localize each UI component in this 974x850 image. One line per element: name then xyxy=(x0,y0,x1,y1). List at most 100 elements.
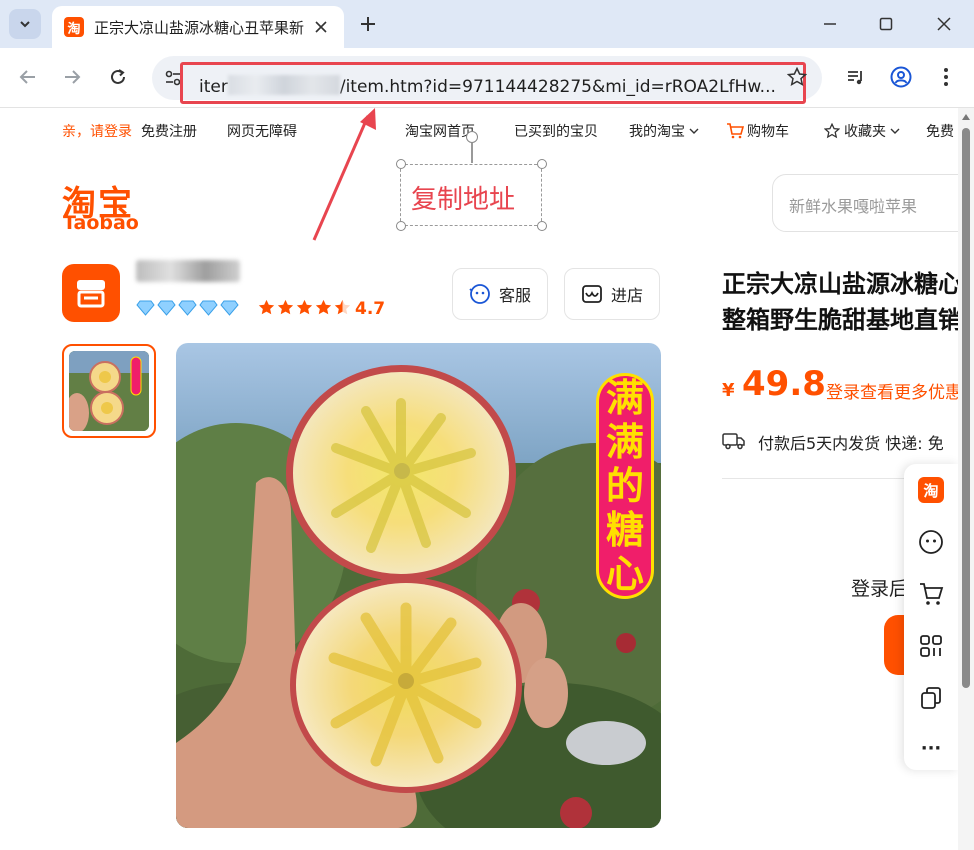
product-title: 正宗大凉山盐源冰糖心 整箱野生脆甜基地直销 xyxy=(722,270,958,334)
star-outline-icon xyxy=(823,122,841,139)
chevron-down-icon xyxy=(890,128,900,134)
enter-shop-button[interactable]: 进店 xyxy=(564,268,660,320)
annotation-handle xyxy=(396,159,406,169)
bookmark-star-button[interactable] xyxy=(786,66,808,88)
badge-char: 的 xyxy=(605,464,644,508)
product-main-image[interactable]: 满 满 的 糖 心 xyxy=(176,343,661,828)
annotation-text: 复制地址 xyxy=(411,185,516,215)
cart-link[interactable]: 购物车 xyxy=(726,121,789,141)
shop-icon xyxy=(582,285,602,303)
customer-service-label: 客服 xyxy=(498,286,531,305)
diamond-icon xyxy=(178,300,197,316)
profile-button[interactable] xyxy=(888,64,914,90)
media-button[interactable] xyxy=(843,64,869,90)
star-icon xyxy=(315,299,332,315)
annotation-arrow xyxy=(312,108,376,241)
home-link[interactable]: 淘宝网首页 xyxy=(405,121,475,141)
diamond-icon xyxy=(157,300,176,316)
forward-button[interactable] xyxy=(58,63,86,91)
menu-dots-icon xyxy=(944,68,948,86)
more-icon[interactable]: ··· xyxy=(917,734,945,762)
shop-star-rating xyxy=(258,299,351,316)
login-more-offers-link[interactable]: 登录查看更多优惠 xyxy=(826,378,958,403)
search-placeholder: 新鲜水果嘎啦苹果 xyxy=(789,197,918,216)
maximize-icon xyxy=(879,17,893,31)
diamond-icon xyxy=(136,300,155,316)
back-arrow-icon xyxy=(19,70,35,84)
tab-list-chevron-icon xyxy=(20,21,30,28)
minimize-button[interactable] xyxy=(818,12,842,36)
apple-photo xyxy=(176,343,661,828)
price-currency: ¥ xyxy=(722,380,735,401)
window-close-icon xyxy=(937,17,951,31)
login-link[interactable]: 亲，请登录 xyxy=(62,121,132,141)
browser-tab[interactable]: 淘 正宗大凉山盐源冰糖心丑苹果新 xyxy=(52,6,344,48)
favorites-link[interactable]: 收藏夹 xyxy=(823,121,900,141)
scrollbar-thumb[interactable] xyxy=(962,128,970,688)
new-tab-button[interactable] xyxy=(356,12,380,36)
back-button[interactable] xyxy=(14,63,42,91)
apps-grid-icon[interactable] xyxy=(917,632,945,660)
annotation-handle xyxy=(537,221,547,231)
bought-link[interactable]: 已买到的宝贝 xyxy=(514,121,598,141)
badge-char: 满 xyxy=(605,420,644,464)
annotation-box: 复制地址 xyxy=(400,164,542,226)
delivery-truck-icon xyxy=(722,433,745,450)
plus-icon xyxy=(361,17,375,31)
page-scrollbar[interactable] xyxy=(958,108,974,850)
site-nav: 亲，请登录 免费注册 网页无障碍 淘宝网首页 已买到的宝贝 我的淘宝 购物车 收… xyxy=(0,108,958,152)
forward-arrow-icon xyxy=(65,70,81,84)
service-face-icon[interactable] xyxy=(917,528,945,556)
close-icon[interactable] xyxy=(312,18,330,36)
menu-button[interactable] xyxy=(933,64,959,90)
profile-icon xyxy=(890,66,912,88)
diamond-icon xyxy=(199,300,218,316)
shop-avatar[interactable] xyxy=(62,264,120,322)
taobao-icon[interactable]: 淘 xyxy=(917,476,945,504)
star-icon xyxy=(277,299,294,315)
diamond-icon xyxy=(220,300,239,316)
url-text[interactable]: iter/item.htm?id=971144428275&mi_id=rROA… xyxy=(199,75,776,97)
url-blurred-segment xyxy=(227,75,340,95)
copy-icon[interactable] xyxy=(917,684,945,712)
browser-toolbar: iter/item.htm?id=971144428275&mi_id=rROA… xyxy=(0,48,974,108)
minimize-icon xyxy=(824,23,836,25)
service-face-icon xyxy=(469,284,490,304)
shop-store-icon xyxy=(77,280,105,308)
accessibility-link[interactable]: 网页无障碍 xyxy=(227,121,297,141)
free-link[interactable]: 免费 xyxy=(926,121,954,141)
tab-title: 正宗大凉山盐源冰糖心丑苹果新 xyxy=(94,18,304,37)
enter-shop-label: 进店 xyxy=(610,286,643,305)
star-icon xyxy=(258,299,275,315)
cart-icon xyxy=(727,123,745,139)
page-content: 亲，请登录 免费注册 网页无障碍 淘宝网首页 已买到的宝贝 我的淘宝 购物车 收… xyxy=(0,108,958,850)
scroll-up-arrow-icon[interactable] xyxy=(962,114,970,120)
register-link[interactable]: 免费注册 xyxy=(141,121,197,141)
annotation-rotate-line xyxy=(471,143,473,163)
taobao-logo-en: Taobao xyxy=(63,212,139,234)
annotation-handle xyxy=(537,159,547,169)
floating-toolbar: 淘 ··· xyxy=(904,464,958,770)
badge-char: 糖 xyxy=(605,508,644,552)
browser-title-bar: 淘 正宗大凉山盐源冰糖心丑苹果新 xyxy=(0,0,974,48)
shipping-info: 付款后5天内发货 快递: 免 xyxy=(758,434,944,453)
cart-icon[interactable] xyxy=(917,580,945,608)
search-input[interactable]: 新鲜水果嘎啦苹果 xyxy=(772,174,958,232)
reload-icon xyxy=(111,69,125,84)
login-after-text: 登录后 xyxy=(851,578,909,600)
shop-rating-value: 4.7 xyxy=(355,299,386,319)
shop-diamond-rating xyxy=(136,300,239,316)
annotation-rotate-handle xyxy=(466,131,478,143)
tab-list-button[interactable] xyxy=(9,9,41,39)
maximize-button[interactable] xyxy=(874,12,898,36)
shop-name-blurred[interactable] xyxy=(136,260,240,282)
annotation-handle xyxy=(396,221,406,231)
customer-service-button[interactable]: 客服 xyxy=(452,268,548,320)
reload-button[interactable] xyxy=(104,63,132,91)
my-taobao-link[interactable]: 我的淘宝 xyxy=(629,121,699,141)
address-bar[interactable]: iter/item.htm?id=971144428275&mi_id=rROA… xyxy=(152,56,822,104)
bookmark-star-icon xyxy=(787,67,807,86)
product-thumbnail[interactable] xyxy=(62,344,156,438)
window-close-button[interactable] xyxy=(932,12,956,36)
half-star-icon xyxy=(334,299,351,315)
